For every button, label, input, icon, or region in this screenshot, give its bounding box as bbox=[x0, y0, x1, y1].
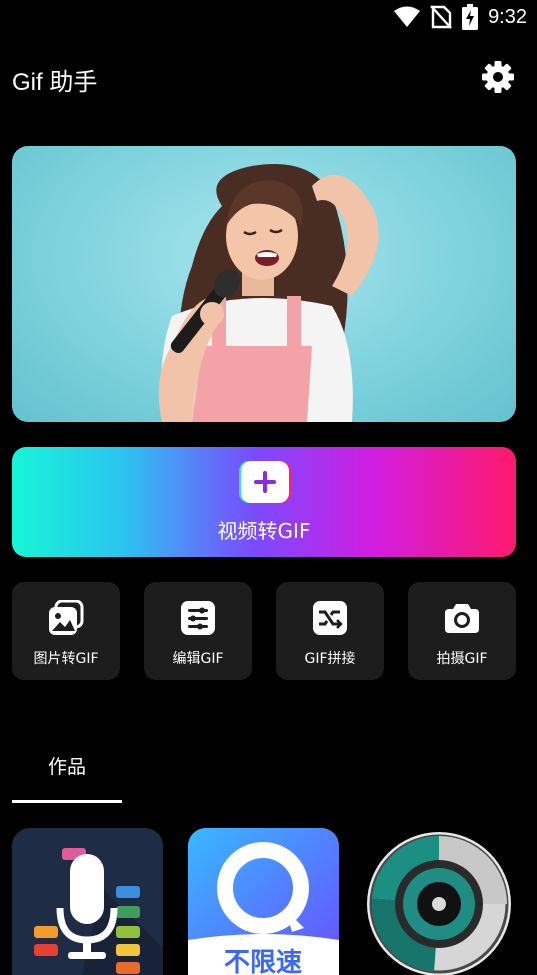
video-to-gif-button[interactable]: 视频转GIF bbox=[12, 447, 516, 557]
tool-label: GIF拼接 bbox=[304, 651, 356, 667]
page-title: Gif 助手 bbox=[12, 69, 98, 96]
woman-singing-illustration bbox=[158, 164, 379, 422]
settings-button[interactable] bbox=[481, 60, 515, 94]
browser-app-text: 不限速 bbox=[224, 948, 302, 975]
work-item[interactable] bbox=[364, 828, 515, 975]
tool-label: 图片转GIF bbox=[33, 651, 99, 667]
battery-charging-icon bbox=[462, 4, 479, 30]
status-bar: 9:32 bbox=[0, 0, 537, 34]
status-time: 9:32 bbox=[488, 5, 527, 28]
sliders-icon bbox=[181, 601, 215, 635]
voice-recorder-app-icon bbox=[12, 828, 163, 975]
banner-image[interactable] bbox=[12, 146, 516, 422]
work-item[interactable]: 不限速 bbox=[188, 828, 339, 975]
camera-icon bbox=[445, 604, 479, 633]
merge-icon bbox=[313, 601, 347, 635]
image-to-gif-button[interactable]: 图片转GIF bbox=[12, 582, 120, 680]
no-sim-icon bbox=[430, 5, 452, 29]
images-icon bbox=[49, 600, 84, 635]
tool-label: 拍摄GIF bbox=[436, 651, 488, 667]
gif-merge-button[interactable]: GIF拼接 bbox=[276, 582, 384, 680]
edit-gif-button[interactable]: 编辑GIF bbox=[144, 582, 252, 680]
camera-lens-app-icon bbox=[367, 832, 511, 975]
tool-label: 编辑GIF bbox=[172, 651, 224, 667]
browser-app-icon: 不限速 bbox=[188, 828, 339, 975]
shoot-gif-button[interactable]: 拍摄GIF bbox=[408, 582, 516, 680]
tab-indicator bbox=[12, 800, 122, 803]
tab-works[interactable]: 作品 bbox=[12, 752, 122, 779]
video-to-gif-label: 视频转GIF bbox=[217, 519, 311, 543]
gear-icon bbox=[482, 61, 514, 93]
work-item[interactable] bbox=[12, 828, 163, 975]
wifi-icon bbox=[394, 6, 421, 27]
plus-icon bbox=[239, 461, 291, 503]
